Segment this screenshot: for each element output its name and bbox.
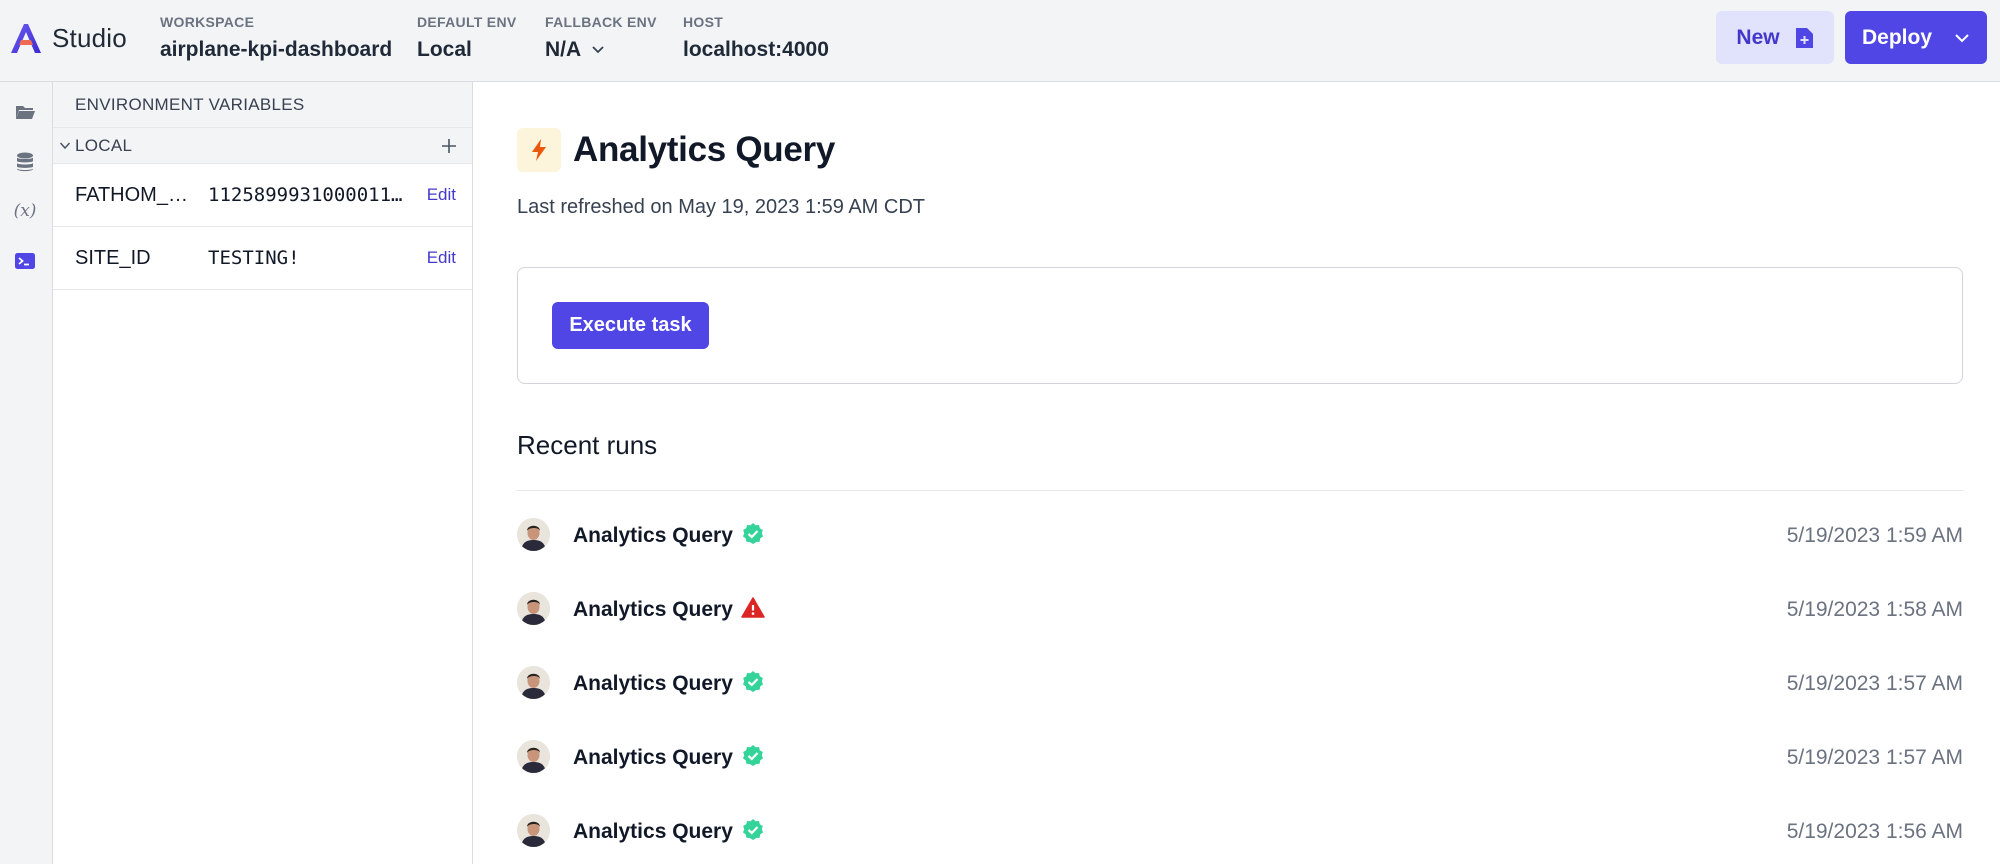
run-row[interactable]: Analytics Query 5/19/2023 1:57 AM xyxy=(517,648,1963,722)
deploy-button-label: Deploy xyxy=(1861,25,1932,49)
files-nav[interactable] xyxy=(13,100,37,124)
default-env-info: DEFAULT ENV Local xyxy=(417,14,517,62)
env-vars-header: ENVIRONMENT VARIABLES xyxy=(53,82,472,128)
resources-nav[interactable] xyxy=(13,150,37,174)
task-icon-badge xyxy=(517,128,561,172)
env-section-local[interactable]: LOCAL xyxy=(53,128,472,164)
user-avatar-icon xyxy=(517,814,550,847)
env-edit-link[interactable]: Edit xyxy=(427,248,456,268)
terminal-icon xyxy=(15,253,35,269)
workspace-label: WORKSPACE xyxy=(160,14,255,30)
fallback-env-label: FALLBACK ENV xyxy=(545,14,657,30)
run-timestamp: 5/19/2023 1:58 AM xyxy=(1786,598,1963,621)
app-name: Studio xyxy=(52,22,127,53)
success-check-icon xyxy=(741,670,765,694)
airplane-logo-icon xyxy=(11,24,41,53)
run-row[interactable]: Analytics Query 5/19/2023 1:58 AM xyxy=(517,574,1963,648)
execute-card: Execute task xyxy=(517,267,1963,384)
run-timestamp: 5/19/2023 1:57 AM xyxy=(1786,746,1963,769)
success-check-icon xyxy=(741,818,765,842)
divider xyxy=(517,490,1963,491)
new-button[interactable]: New xyxy=(1716,11,1834,64)
terminal-nav[interactable] xyxy=(13,249,37,273)
top-bar: Studio WORKSPACE airplane-kpi-dashboard … xyxy=(0,0,2000,82)
new-button-label: New xyxy=(1736,25,1780,49)
run-task-name[interactable]: Analytics Query xyxy=(573,524,733,548)
env-section-label: LOCAL xyxy=(75,135,133,155)
host-value: localhost:4000 xyxy=(683,38,829,61)
fallback-env-value: N/A xyxy=(545,38,582,61)
run-row[interactable]: Analytics Query 5/19/2023 1:56 AM xyxy=(517,796,1963,864)
recent-runs-title: Recent runs xyxy=(517,430,658,460)
failed-warning-icon xyxy=(741,596,765,620)
env-value: TESTING! xyxy=(208,247,300,269)
lightning-bolt-icon xyxy=(532,139,546,161)
host-info: HOST localhost:4000 xyxy=(683,14,829,62)
task-header: Analytics Query xyxy=(517,128,835,172)
last-refreshed: Last refreshed on May 19, 2023 1:59 AM C… xyxy=(517,196,925,218)
env-vars-nav[interactable]: (x) xyxy=(13,199,37,223)
chevron-down-icon xyxy=(1955,33,1969,42)
env-edit-link[interactable]: Edit xyxy=(427,185,456,205)
avatar xyxy=(517,666,550,699)
chevron-down-icon[interactable] xyxy=(59,141,71,150)
avatar xyxy=(517,518,550,551)
env-key: FATHOM_KEY xyxy=(75,183,197,206)
default-env-value: Local xyxy=(417,38,472,61)
env-row: SITE_ID TESTING! Edit xyxy=(53,227,472,290)
user-avatar-icon xyxy=(517,592,550,625)
brand[interactable]: Studio xyxy=(8,18,127,58)
host-label: HOST xyxy=(683,14,724,30)
task-title: Analytics Query xyxy=(573,130,835,169)
avatar xyxy=(517,592,550,625)
chevron-down-icon xyxy=(592,46,604,54)
run-timestamp: 5/19/2023 1:56 AM xyxy=(1786,820,1963,843)
new-file-icon xyxy=(1795,27,1813,48)
add-variable-icon[interactable] xyxy=(440,137,458,155)
folder-icon xyxy=(16,106,35,119)
avatar xyxy=(517,814,550,847)
run-task-name[interactable]: Analytics Query xyxy=(573,820,733,844)
main-content: Analytics Query Last refreshed on May 19… xyxy=(473,82,2000,864)
run-task-name[interactable]: Analytics Query xyxy=(573,746,733,770)
env-value: 112589993100001111 xyxy=(208,184,408,206)
run-row[interactable]: Analytics Query 5/19/2023 1:57 AM xyxy=(517,722,1963,796)
env-vars-panel: ENVIRONMENT VARIABLES LOCAL FATHOM_KEY 1… xyxy=(53,82,473,864)
env-key: SITE_ID xyxy=(75,246,151,269)
execute-task-button[interactable]: Execute task xyxy=(552,302,709,349)
run-task-name[interactable]: Analytics Query xyxy=(573,672,733,696)
database-icon xyxy=(17,152,33,172)
success-check-icon xyxy=(741,522,765,546)
workspace-info: WORKSPACE airplane-kpi-dashboard xyxy=(160,14,392,62)
run-row[interactable]: Analytics Query 5/19/2023 1:59 AM xyxy=(517,500,1963,574)
variable-icon: (x) xyxy=(13,201,37,221)
default-env-label: DEFAULT ENV xyxy=(417,14,517,30)
deploy-button[interactable]: Deploy xyxy=(1845,11,1987,64)
recent-runs-list: Analytics Query 5/19/2023 1:59 AM Analyt… xyxy=(517,500,1963,864)
user-avatar-icon xyxy=(517,518,550,551)
run-timestamp: 5/19/2023 1:57 AM xyxy=(1786,672,1963,695)
workspace-value: airplane-kpi-dashboard xyxy=(160,38,393,61)
fallback-env-select[interactable]: N/A xyxy=(545,38,657,62)
user-avatar-icon xyxy=(517,666,550,699)
success-check-icon xyxy=(741,744,765,768)
run-task-name[interactable]: Analytics Query xyxy=(573,598,733,622)
fallback-env-info: FALLBACK ENV N/A xyxy=(545,14,657,62)
env-row: FATHOM_KEY 112589993100001111 Edit xyxy=(53,164,472,227)
icon-rail: (x) xyxy=(0,82,53,864)
user-avatar-icon xyxy=(517,740,550,773)
avatar xyxy=(517,740,550,773)
run-timestamp: 5/19/2023 1:59 AM xyxy=(1786,524,1963,547)
